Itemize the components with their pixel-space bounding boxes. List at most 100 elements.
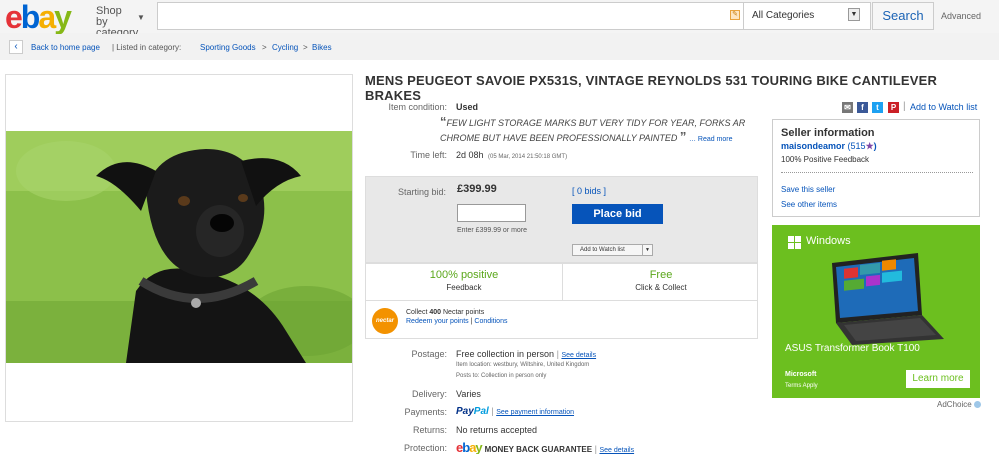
separator: | [556, 349, 559, 359]
search-button[interactable]: Search [872, 2, 934, 30]
ebay-guarantee-logo: ebay [456, 440, 483, 454]
save-seller-link[interactable]: Save this seller [781, 185, 835, 194]
add-to-watch-list-button[interactable]: Add to Watch list ▼ [572, 244, 653, 256]
postage-see-details-link[interactable]: See details [561, 352, 596, 359]
windows-icon [788, 236, 802, 250]
ad-windows-label: Windows [806, 235, 851, 247]
see-other-items-link[interactable]: See other items [781, 200, 837, 209]
protection-label: Protection: [403, 443, 447, 453]
back-to-home-link[interactable]: Back to home page [31, 43, 100, 52]
chevron-down-icon[interactable]: ▼ [642, 245, 652, 255]
positive-feedback-value: 100% positive [429, 269, 499, 281]
twitter-icon[interactable]: t [872, 102, 883, 113]
ad-product-name: ASUS Transformer Book T100 [785, 343, 920, 354]
breadcrumb-item-cycling[interactable]: Cycling [272, 43, 298, 52]
breadcrumb: ‹ Back to home page | Listed in category… [0, 34, 999, 60]
breadcrumb-item-bikes[interactable]: Bikes [312, 43, 332, 52]
separator: | [491, 406, 494, 416]
nectar-logo: nectar [372, 308, 398, 334]
seller-score-close: ) [873, 141, 877, 151]
ad-terms: Terms Apply [785, 383, 818, 389]
pinterest-icon[interactable]: P [888, 102, 899, 113]
free-postage-value: Free [649, 269, 673, 281]
bid-amount-input[interactable] [457, 204, 526, 222]
separator: | [594, 444, 597, 454]
payments-value: PayPal | See payment information [456, 406, 574, 417]
seller-name[interactable]: maisondeamor [781, 141, 845, 151]
item-location: Item location: westbury, Wiltshire, Unit… [456, 362, 590, 368]
redeem-points-link[interactable]: Redeem your points [406, 318, 469, 325]
postage-label: Postage: [411, 349, 447, 359]
adchoice-icon[interactable] [973, 401, 981, 409]
payments-label: Payments: [404, 407, 447, 417]
close-quote-icon: ” [679, 129, 687, 144]
returns-value: No returns accepted [456, 425, 538, 435]
divider [781, 172, 973, 173]
breadcrumb-item-sporting-goods[interactable]: Sporting Goods [200, 43, 256, 52]
seller-stats-box: 100% positive Feedback Free Click & Coll… [365, 263, 758, 301]
bid-hint: Enter £399.99 or more [457, 227, 528, 234]
read-more-label[interactable]: Read more [698, 136, 733, 143]
seller-name-link[interactable]: maisondeamor (515★) [781, 141, 877, 152]
star-icon: ★ [865, 141, 874, 151]
learn-more-button[interactable]: Learn more [906, 370, 970, 388]
seller-feedback: 100% Positive Feedback [781, 155, 870, 164]
delivery-value: Varies [456, 389, 481, 399]
nectar-collect-prefix: Collect [406, 309, 428, 316]
breadcrumb-separator: > [262, 43, 267, 52]
advanced-search-link[interactable]: Advanced [941, 11, 981, 21]
paypal-logo: PayPal [456, 406, 489, 417]
separator: | [470, 318, 473, 325]
time-left-date: (05 Mar, 2014 21:50:18 GMT) [488, 154, 568, 160]
condition-description: “FEW LIGHT STORAGE MARKS BUT VERY TIDY F… [440, 115, 760, 146]
nectar-links: Redeem your points | Conditions [406, 318, 507, 325]
starting-bid-label: Starting bid: [397, 187, 446, 197]
seller-heading: Seller information [781, 127, 875, 139]
nectar-points: 400 [429, 309, 442, 316]
breadcrumb-separator: > [303, 43, 308, 52]
time-left-duration: 2d 08h [456, 150, 484, 160]
adchoice-label[interactable]: AdChoice [937, 400, 972, 409]
seller-score[interactable]: (515 [848, 141, 866, 151]
separator: | [903, 101, 906, 112]
ad-brand: Microsoft [785, 371, 817, 378]
posts-to: Posts to: Collection in person only [456, 373, 547, 379]
item-image-frame[interactable] [5, 74, 353, 422]
ebay-logo[interactable]: ebay [5, 0, 72, 34]
conditions-link[interactable]: Conditions [474, 318, 507, 325]
add-to-watch-list-label: Add to Watch list [580, 247, 625, 253]
advertisement[interactable]: Windows ASUS Transformer Book T100 Micro… [772, 225, 980, 398]
time-left-value: 2d 08h (05 Mar, 2014 21:50:18 GMT) [456, 150, 567, 160]
chevron-down-icon[interactable]: ▼ [137, 13, 145, 22]
starting-bid-value: £399.99 [457, 183, 497, 195]
read-more-link[interactable]: … Read more [689, 136, 733, 143]
seller-info-box: Seller information maisondeamor (515★) 1… [772, 119, 980, 217]
search-clear-icon[interactable]: ✎ [730, 10, 740, 20]
header: ebay Shop by category ▼ ✎ All Categories… [0, 0, 999, 39]
protection-value: ebay MONEY BACK GUARANTEE | See details [456, 440, 634, 454]
facebook-icon[interactable]: f [857, 102, 868, 113]
returns-label: Returns: [412, 425, 447, 435]
bid-count-link[interactable]: [ 0 bids ] [572, 186, 606, 196]
protection-see-details-link[interactable]: See details [599, 447, 634, 454]
adchoice-link[interactable]: AdChoice [937, 400, 981, 409]
listing-title: MENS PEUGEOT SAVOIE PX531S, VINTAGE REYN… [365, 73, 938, 103]
payment-info-link[interactable]: See payment information [496, 409, 574, 416]
money-back-guarantee-text: MONEY BACK GUARANTEE [484, 445, 593, 454]
nectar-collect-text: Collect 400 Nectar points [406, 309, 484, 316]
item-photo[interactable] [6, 131, 352, 363]
nectar-box: nectar Collect 400 Nectar points Redeem … [365, 301, 758, 339]
place-bid-button[interactable]: Place bid [572, 204, 663, 224]
back-arrow-icon[interactable]: ‹ [9, 40, 23, 54]
add-to-watch-list-link[interactable]: Add to Watch list [910, 102, 977, 112]
feedback-label: Feedback [446, 283, 482, 292]
search-input[interactable] [157, 2, 744, 30]
delivery-label: Delivery: [411, 389, 447, 399]
ad-tablet-image [832, 253, 944, 345]
email-icon[interactable]: ✉ [842, 102, 853, 113]
chevron-down-icon[interactable]: ▼ [848, 8, 860, 21]
click-collect-label: Click & Collect [635, 283, 687, 292]
time-left-label: Time left: [410, 150, 447, 160]
postage-value-text: Free collection in person [456, 349, 555, 359]
bid-box: Starting bid: £399.99 Enter £399.99 or m… [365, 176, 758, 263]
